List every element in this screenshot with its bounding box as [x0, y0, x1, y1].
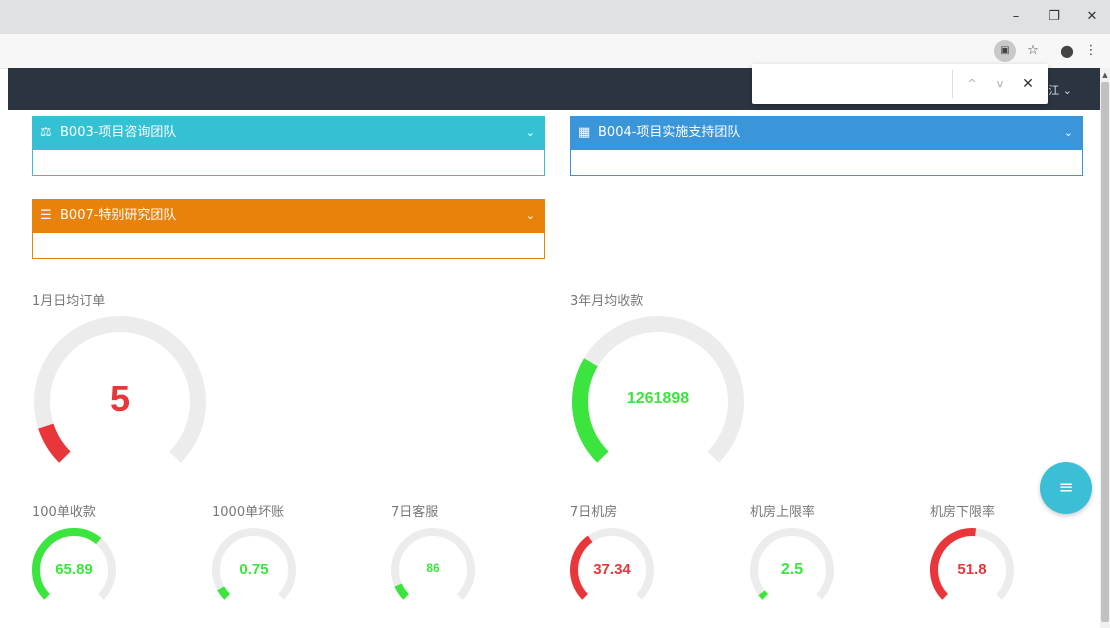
team-panel-header[interactable]: ⚖ B003-项目咨询团队 ⌄ — [32, 116, 545, 150]
team-panel-header[interactable]: ▦ B004-项目实施支持团队 ⌄ — [570, 116, 1083, 150]
find-bar: ^ v ✕ — [752, 64, 1048, 104]
scroll-up-icon[interactable]: ▲ — [1100, 70, 1110, 80]
small-gauge-value: 2.5 — [780, 561, 804, 578]
gauge-fill — [38, 423, 71, 463]
chevron-down-icon[interactable]: ⌄ — [526, 199, 535, 233]
small-gauge-value: 65.89 — [55, 561, 93, 578]
close-window-icon[interactable]: ✕ — [1080, 6, 1104, 28]
team-panel-title: B003-项目咨询团队 — [60, 125, 177, 140]
small-gauge-label: 7日客服 — [391, 505, 439, 520]
gauge-label: 1月日均订单 — [32, 294, 106, 309]
gauge-value: 1261898 — [626, 390, 690, 407]
small-gauge-value: 37.34 — [593, 561, 631, 578]
gauge-fill — [394, 583, 410, 600]
extension-icon[interactable]: ▣ — [994, 40, 1016, 62]
bookmark-star-icon[interactable]: ☆ — [1022, 40, 1044, 62]
team-panel-title: B007-特别研究团队 — [60, 208, 177, 223]
chevron-down-icon[interactable]: ⌄ — [526, 116, 535, 150]
gauge-fill — [758, 590, 769, 600]
gauge-fill — [572, 358, 609, 463]
team-panel-b003: ⚖ B003-项目咨询团队 ⌄ — [32, 116, 545, 176]
gauge-label: 3年月均收款 — [570, 294, 644, 309]
team-panel-body — [570, 150, 1083, 176]
browser-titlebar: – ❐ ✕ — [0, 0, 1110, 34]
page-scrollbar[interactable]: ▲ — [1100, 68, 1110, 628]
small-gauge-value: 0.75 — [239, 561, 269, 578]
small-gauge-value: 51.8 — [957, 561, 987, 578]
team-panel-title: B004-项目实施支持团队 — [598, 125, 741, 140]
profile-icon[interactable]: ● — [1056, 40, 1078, 62]
minimize-icon[interactable]: – — [1004, 6, 1028, 28]
scale-icon: ⚖ — [40, 125, 52, 140]
find-input[interactable] — [762, 72, 952, 96]
team-panel-body — [32, 233, 545, 259]
find-next-icon[interactable]: v — [990, 74, 1010, 94]
floating-menu-button[interactable]: ≡ — [1040, 462, 1092, 514]
team-panel-body — [32, 150, 545, 176]
team-panel-header[interactable]: ☰ B007-特别研究团队 ⌄ — [32, 199, 545, 233]
small-gauge-value: 86 — [426, 561, 440, 575]
restore-icon[interactable]: ❐ — [1042, 6, 1066, 28]
team-panel-b004: ▦ B004-项目实施支持团队 ⌄ — [570, 116, 1083, 176]
find-close-icon[interactable]: ✕ — [1018, 74, 1038, 94]
small-gauge-label: 机房下限率 — [930, 505, 996, 520]
gauge-fill — [217, 586, 231, 600]
small-gauge-label: 100单收款 — [32, 505, 96, 520]
find-previous-icon[interactable]: ^ — [962, 74, 982, 94]
scroll-thumb[interactable] — [1101, 82, 1109, 622]
user-menu[interactable]: 江 ⌄ — [1048, 82, 1072, 98]
find-divider — [952, 70, 953, 98]
team-panel-b007: ☰ B007-特别研究团队 ⌄ — [32, 199, 545, 259]
menu-icon: ≡ — [1058, 477, 1074, 498]
gauge-value: 5 — [109, 378, 131, 419]
table-icon: ☰ — [40, 208, 52, 223]
small-gauge-label: 7日机房 — [570, 505, 618, 520]
bank-icon: ▦ — [578, 125, 591, 140]
small-gauge-label: 机房上限率 — [750, 505, 816, 520]
chevron-down-icon[interactable]: ⌄ — [1064, 116, 1073, 150]
small-gauge-label: 1000单坏账 — [212, 505, 285, 520]
browser-menu-icon[interactable]: ⋮ — [1084, 40, 1098, 62]
